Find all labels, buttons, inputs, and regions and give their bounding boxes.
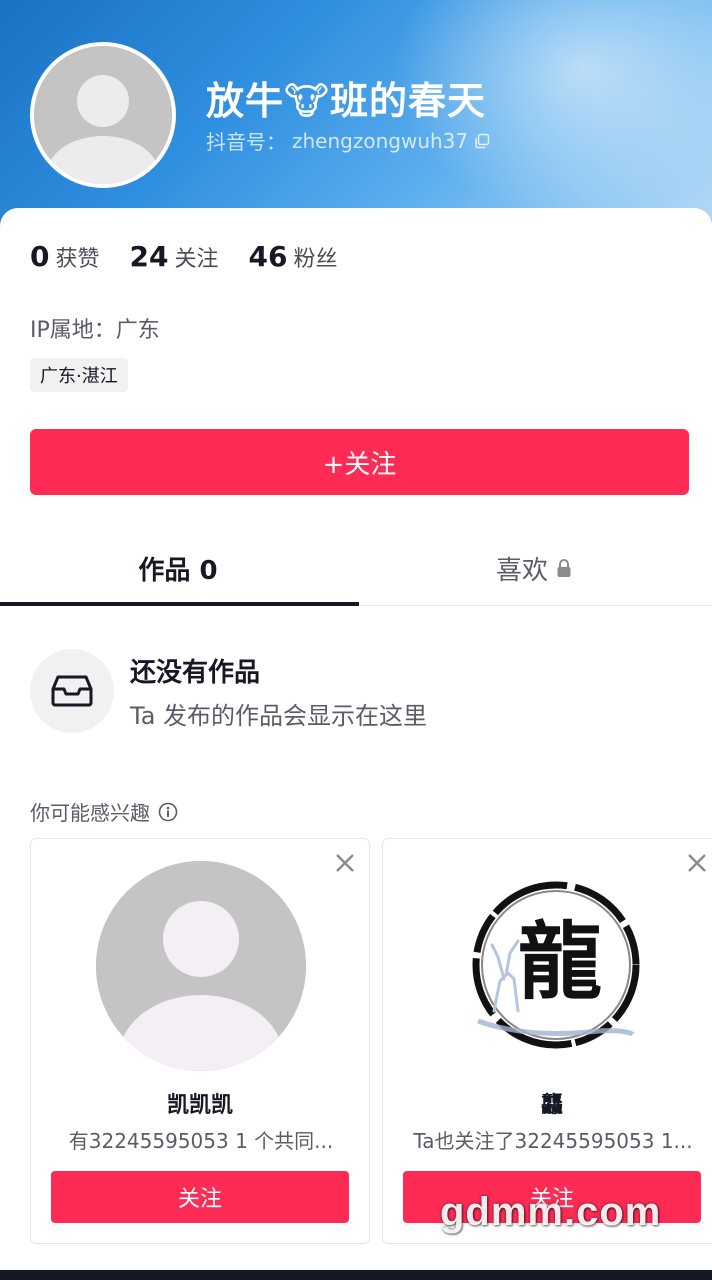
stat-followers-label: 粉丝 <box>293 247 338 272</box>
follow-button[interactable]: +关注 <box>30 429 689 495</box>
profile-name: 放牛🐮班的春天 <box>206 79 486 123</box>
stat-following-value: 24 <box>129 240 169 273</box>
tab-likes[interactable]: 喜欢 <box>356 530 712 606</box>
stat-followers[interactable]: 46 粉丝 <box>248 240 337 273</box>
tab-works[interactable]: 作品 0 <box>0 530 356 606</box>
stat-followers-value: 46 <box>248 240 288 273</box>
close-icon[interactable] <box>685 851 709 875</box>
info-icon[interactable] <box>158 802 178 822</box>
suggestion-card[interactable]: 龍 龘 Ta也关注了32245595053 1... 关注 <box>382 838 712 1244</box>
profile-avatar[interactable] <box>30 42 176 188</box>
suggestion-name: 凯凯凯 <box>166 1093 233 1118</box>
svg-text:龍: 龍 <box>518 912 602 1011</box>
lock-icon <box>557 559 571 577</box>
profile-id-value: zhengzongwuh37 <box>292 128 469 153</box>
empty-state-description: Ta 发布的作品会显示在这里 <box>130 702 428 730</box>
suggestion-name: 龘 <box>540 1093 563 1118</box>
close-icon[interactable] <box>333 851 357 875</box>
stat-likes-label: 获赞 <box>55 247 100 272</box>
tab-likes-label: 喜欢 <box>495 555 548 586</box>
profile-id-label: 抖音号： <box>206 130 286 154</box>
stat-likes[interactable]: 0 获赞 <box>30 240 100 273</box>
default-avatar-icon <box>96 861 306 1071</box>
inbox-icon <box>51 675 93 707</box>
stat-likes-value: 0 <box>30 240 50 273</box>
suggestion-description: 有32245595053 1 个共同... <box>68 1129 334 1153</box>
stat-following-label: 关注 <box>174 247 219 272</box>
suggestions-header: 你可能感兴趣 <box>30 797 178 826</box>
suggestion-avatar[interactable]: 龍 <box>448 861 658 1071</box>
ip-location: IP属地：广东 <box>30 318 160 343</box>
bottom-bar <box>0 1270 712 1280</box>
suggestions-title: 你可能感兴趣 <box>30 801 150 825</box>
watermark: gdmm.com <box>440 1190 662 1234</box>
dragon-emblem-icon: 龍 <box>448 861 658 1071</box>
empty-state-title: 还没有作品 <box>130 658 261 688</box>
suggestion-card[interactable]: 凯凯凯 有32245595053 1 个共同... 关注 <box>30 838 370 1244</box>
stat-following[interactable]: 24 关注 <box>130 240 219 273</box>
copy-icon[interactable] <box>474 133 490 149</box>
profile-stats: 0 获赞 24 关注 46 粉丝 <box>30 240 337 273</box>
empty-state-icon-wrap <box>30 649 114 733</box>
default-avatar-icon <box>34 46 172 184</box>
suggestion-avatar[interactable] <box>96 861 306 1071</box>
tab-works-label: 作品 0 <box>138 555 218 586</box>
suggestion-follow-button[interactable]: 关注 <box>51 1171 349 1223</box>
profile-id-row: 抖音号： zhengzongwuh37 <box>206 126 490 155</box>
active-tab-indicator <box>0 602 359 606</box>
suggestion-description: Ta也关注了32245595053 1... <box>413 1129 693 1153</box>
location-tag: 广东·湛江 <box>30 358 128 392</box>
content-tabs: 作品 0 喜欢 <box>0 530 712 606</box>
